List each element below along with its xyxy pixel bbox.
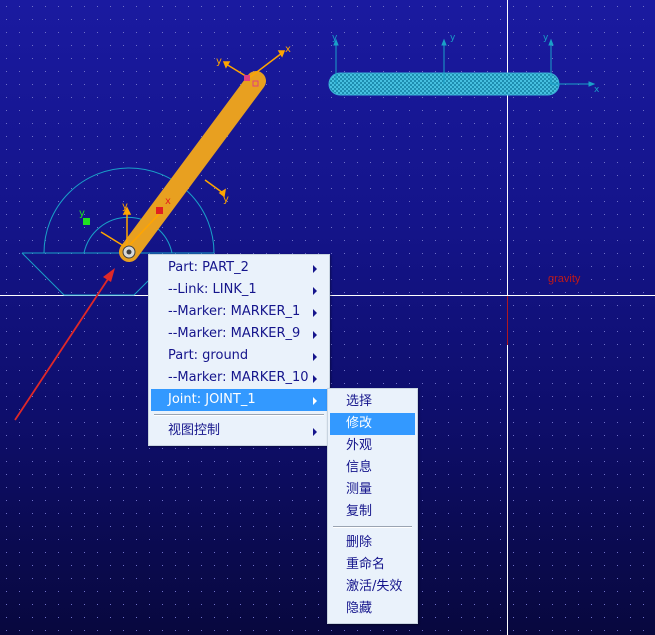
link-y-label: y bbox=[223, 194, 229, 205]
gravity-label: gravity bbox=[548, 273, 581, 285]
marker-1-point[interactable] bbox=[244, 75, 250, 81]
menu-item-view-control[interactable]: 视图控制 bbox=[151, 420, 327, 442]
submenu-item-rename[interactable]: 重命名 bbox=[330, 554, 415, 576]
joint-x-label: x bbox=[165, 196, 171, 207]
menu-item-label: 视图控制 bbox=[168, 423, 221, 438]
submenu-item-measure[interactable]: 测量 bbox=[330, 479, 415, 501]
submenu-item-label: 删除 bbox=[346, 535, 373, 550]
submenu-arrow-icon bbox=[313, 309, 317, 317]
svg-text:y: y bbox=[543, 33, 549, 43]
menu-item-part-2[interactable]: Part: PART_2 bbox=[151, 257, 327, 279]
menu-item-label: --Marker: MARKER_9 bbox=[168, 326, 301, 341]
menu-item-marker-10[interactable]: --Marker: MARKER_10 bbox=[151, 367, 327, 389]
svg-text:y: y bbox=[450, 33, 456, 43]
ground-y-label: y bbox=[79, 208, 85, 219]
submenu-item-label: 复制 bbox=[346, 504, 373, 519]
menu-item-joint-1[interactable]: Joint: JOINT_1 bbox=[151, 389, 327, 411]
menu-item-label: Joint: JOINT_1 bbox=[168, 392, 256, 407]
menu-item-part-ground[interactable]: Part: ground bbox=[151, 345, 327, 367]
submenu-item-label: 外观 bbox=[346, 438, 373, 453]
joint-y-label: y bbox=[122, 201, 128, 212]
submenu-item-delete[interactable]: 删除 bbox=[330, 532, 415, 554]
submenu-item-label: 修改 bbox=[346, 416, 373, 431]
submenu-item-activate-deactivate[interactable]: 激活/失效 bbox=[330, 576, 415, 598]
menu-item-label: --Marker: MARKER_1 bbox=[168, 304, 301, 319]
submenu-item-select[interactable]: 选择 bbox=[330, 391, 415, 413]
svg-text:x: x bbox=[594, 85, 600, 95]
submenu-item-hide[interactable]: 隐藏 bbox=[330, 598, 415, 620]
submenu-item-copy[interactable]: 复制 bbox=[330, 501, 415, 523]
submenu-item-label: 选择 bbox=[346, 394, 373, 409]
green-marker[interactable] bbox=[83, 218, 90, 225]
submenu-arrow-icon bbox=[313, 353, 317, 361]
submenu-arrow-icon bbox=[313, 375, 317, 383]
marker-y-label: y bbox=[216, 56, 222, 67]
menu-item-marker-1[interactable]: --Marker: MARKER_1 bbox=[151, 301, 327, 323]
submenu-arrow-icon bbox=[313, 331, 317, 339]
menu-item-label: Part: ground bbox=[168, 348, 249, 363]
submenu-item-modify[interactable]: 修改 bbox=[330, 413, 415, 435]
red-marker[interactable] bbox=[156, 207, 163, 214]
submenu-item-label: 信息 bbox=[346, 460, 373, 475]
joint-1-icon[interactable] bbox=[122, 245, 136, 259]
menu-separator bbox=[154, 414, 324, 416]
submenu-item-appearance[interactable]: 外观 bbox=[330, 435, 415, 457]
submenu-arrow-icon bbox=[313, 397, 317, 405]
submenu-arrow-icon bbox=[313, 287, 317, 295]
joint-submenu: 选择 修改 外观 信息 测量 复制 删除 重命名 激活/失效 隐藏 bbox=[327, 388, 418, 624]
svg-text:y: y bbox=[332, 33, 338, 43]
menu-item-label: --Link: LINK_1 bbox=[168, 282, 257, 297]
menu-item-label: Part: PART_2 bbox=[168, 260, 249, 275]
submenu-item-label: 测量 bbox=[346, 482, 373, 497]
menu-item-marker-9[interactable]: --Marker: MARKER_9 bbox=[151, 323, 327, 345]
marker-x-label: x bbox=[285, 44, 291, 55]
submenu-item-label: 隐藏 bbox=[346, 601, 373, 616]
menu-item-label: --Marker: MARKER_10 bbox=[168, 370, 309, 385]
context-menu: Part: PART_2 --Link: LINK_1 --Marker: MA… bbox=[148, 254, 330, 446]
submenu-item-label: 激活/失效 bbox=[346, 579, 403, 594]
submenu-separator bbox=[333, 526, 412, 528]
menu-item-link-1[interactable]: --Link: LINK_1 bbox=[151, 279, 327, 301]
submenu-arrow-icon bbox=[313, 428, 317, 436]
submenu-arrow-icon bbox=[313, 265, 317, 273]
submenu-item-info[interactable]: 信息 bbox=[330, 457, 415, 479]
submenu-item-label: 重命名 bbox=[346, 557, 386, 572]
